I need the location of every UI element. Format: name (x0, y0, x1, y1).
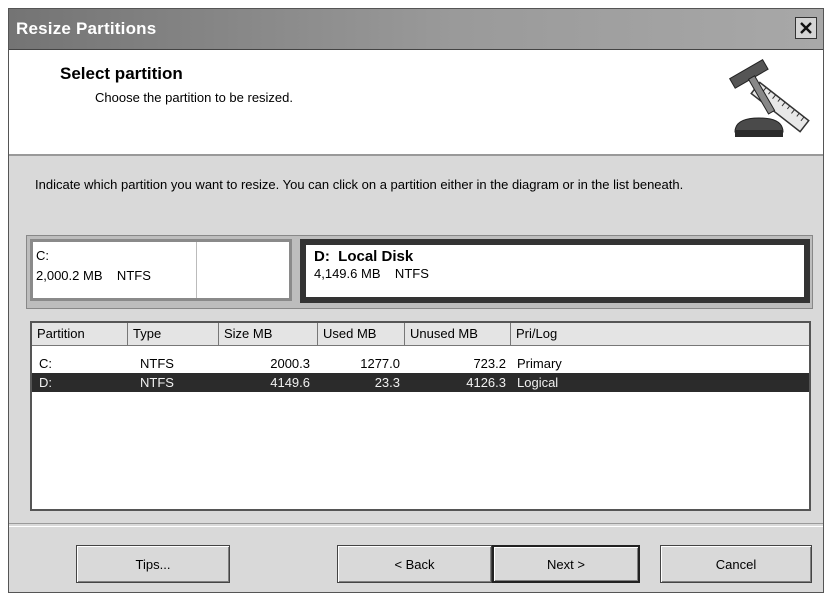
table-row-selected[interactable]: D: NTFS 4149.6 23.3 4126.3 Logical (32, 373, 809, 392)
column-header-partition[interactable]: Partition (32, 323, 128, 345)
close-icon (800, 22, 812, 34)
column-header-unused[interactable]: Unused MB (405, 323, 511, 345)
partition-diagram: C: 2,000.2 MB NTFS D: Local Disk 4,149.6… (26, 235, 813, 309)
close-button[interactable] (795, 17, 817, 39)
footer-divider (9, 523, 823, 527)
partition-d-info: 4,149.6 MB NTFS (314, 266, 429, 281)
cell-used: 1277.0 (360, 356, 400, 371)
column-header-prilog[interactable]: Pri/Log (511, 323, 809, 345)
column-header-used[interactable]: Used MB (318, 323, 405, 345)
resize-partitions-dialog: Resize Partitions Select partition Choos… (8, 8, 824, 593)
partition-list[interactable]: Partition Type Size MB Used MB Unused MB… (30, 321, 811, 511)
instruction-text: Indicate which partition you want to res… (35, 177, 684, 192)
back-button[interactable]: < Back (337, 545, 492, 583)
page-subtitle: Choose the partition to be resized. (95, 90, 294, 105)
partition-c-info: 2,000.2 MB NTFS (36, 268, 151, 283)
window-title: Resize Partitions (16, 19, 157, 38)
column-header-size[interactable]: Size MB (219, 323, 318, 345)
partition-block-d[interactable]: D: Local Disk 4,149.6 MB NTFS (300, 239, 810, 303)
partition-d-label: D: Local Disk (314, 248, 414, 265)
partition-block-c[interactable]: C: 2,000.2 MB NTFS (30, 239, 292, 301)
next-button[interactable]: Next > (492, 545, 640, 583)
cell-size: 4149.6 (270, 375, 310, 390)
cell-prilog: Primary (517, 356, 562, 371)
cell-unused: 723.2 (473, 356, 506, 371)
tips-button[interactable]: Tips... (76, 545, 230, 583)
list-header: Partition Type Size MB Used MB Unused MB… (32, 323, 809, 346)
cell-partition: D: (39, 375, 52, 390)
cell-unused: 4126.3 (466, 375, 506, 390)
cell-partition: C: (39, 356, 52, 371)
table-row[interactable]: C: NTFS 2000.3 1277.0 723.2 Primary (32, 354, 809, 373)
column-header-type[interactable]: Type (128, 323, 219, 345)
wizard-header: Select partition Choose the partition to… (9, 50, 823, 156)
cell-type: NTFS (140, 375, 174, 390)
cell-type: NTFS (140, 356, 174, 371)
hammer-ruler-icon (728, 58, 810, 137)
page-title: Select partition (60, 64, 183, 83)
partition-c-label: C: (36, 248, 49, 263)
cancel-button[interactable]: Cancel (660, 545, 812, 583)
cell-prilog: Logical (517, 375, 559, 390)
cell-size: 2000.3 (270, 356, 310, 371)
cell-used: 23.3 (374, 375, 400, 390)
title-bar[interactable]: Resize Partitions (9, 9, 823, 50)
